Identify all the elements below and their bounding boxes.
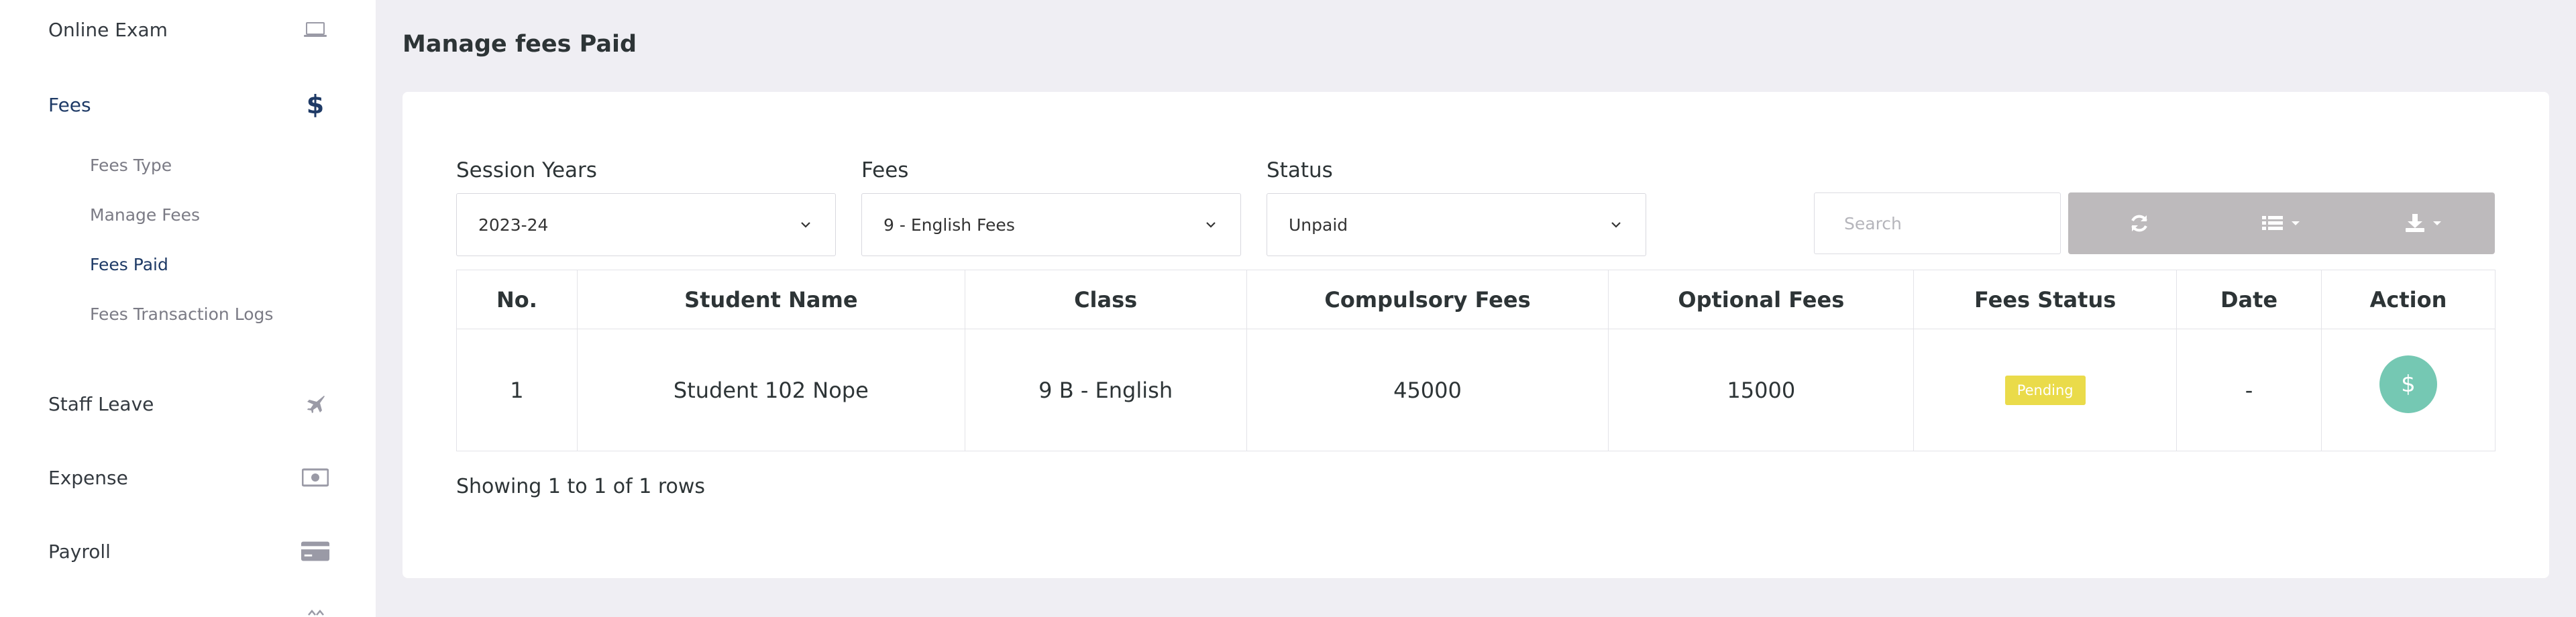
money-icon xyxy=(301,463,330,492)
laptop-icon xyxy=(301,15,330,44)
sidebar-item-label: Fees xyxy=(48,93,91,116)
sidebar: Online Exam Fees $ Fees Type Manage Fees… xyxy=(0,0,376,617)
export-button[interactable] xyxy=(2353,192,2495,254)
plane-icon xyxy=(301,389,330,418)
column-header-optional-fees[interactable]: Optional Fees xyxy=(1608,270,1915,329)
sidebar-item-label: Staff Leave xyxy=(48,392,154,415)
status-badge: Pending xyxy=(2004,376,2086,405)
cell-action: $ xyxy=(2321,329,2496,451)
pay-fees-button[interactable]: $ xyxy=(2379,355,2437,413)
dollar-icon: $ xyxy=(306,90,325,119)
table-header-row: No. Student Name Class Compulsory Fees O… xyxy=(456,270,2496,329)
fees-filter-label: Fees xyxy=(861,158,909,182)
caret-down-icon xyxy=(2433,221,2441,225)
page-title: Manage fees Paid xyxy=(402,31,637,58)
sidebar-item-fees[interactable]: Fees $ xyxy=(48,90,330,119)
session-years-label: Session Years xyxy=(456,158,597,182)
cell-optional-fees: 15000 xyxy=(1608,329,1915,451)
cell-date: - xyxy=(2176,329,2322,451)
column-header-fees-status[interactable]: Fees Status xyxy=(1913,270,2178,329)
fees-select-value: 9 - English Fees xyxy=(883,215,1015,235)
chevron-down-icon xyxy=(1206,222,1216,228)
chevron-down-icon xyxy=(307,608,325,617)
sidebar-subitem-fees-type[interactable]: Fees Type xyxy=(90,156,172,175)
sidebar-item-expense[interactable]: Expense xyxy=(48,463,330,492)
cell-fees-status: Pending xyxy=(1913,329,2178,451)
credit-card-icon xyxy=(301,537,330,566)
columns-list-icon xyxy=(2262,216,2283,230)
table-toolbar xyxy=(2068,192,2495,254)
column-header-student-name[interactable]: Student Name xyxy=(576,270,965,329)
session-years-select[interactable]: 2023-24 xyxy=(456,193,836,256)
status-select[interactable]: Unpaid xyxy=(1267,193,1646,256)
column-header-action: Action xyxy=(2321,270,2496,329)
table-row: 1 Student 102 Nope 9 B - English 45000 1… xyxy=(456,329,2496,451)
status-filter-label: Status xyxy=(1267,158,1333,182)
refresh-button[interactable] xyxy=(2068,192,2210,254)
status-select-value: Unpaid xyxy=(1289,215,1348,235)
column-header-compulsory-fees[interactable]: Compulsory Fees xyxy=(1246,270,1609,329)
sidebar-subitem-fees-transaction-logs[interactable]: Fees Transaction Logs xyxy=(90,304,273,324)
pagination-info: Showing 1 to 1 of 1 rows xyxy=(456,475,706,498)
search-input[interactable] xyxy=(1814,192,2061,254)
cell-student-name: Student 102 Nope xyxy=(576,329,965,451)
cell-class: 9 B - English xyxy=(964,329,1247,451)
fees-paid-table: No. Student Name Class Compulsory Fees O… xyxy=(456,270,2496,451)
dollar-icon: $ xyxy=(2401,370,2416,398)
chevron-down-icon xyxy=(801,222,810,228)
column-header-no[interactable]: No. xyxy=(456,270,578,329)
export-download-icon xyxy=(2406,214,2424,232)
cell-no: 1 xyxy=(456,329,578,451)
columns-toggle-button[interactable] xyxy=(2210,192,2353,254)
sidebar-subitem-manage-fees[interactable]: Manage Fees xyxy=(90,205,200,225)
column-header-date[interactable]: Date xyxy=(2176,270,2322,329)
sidebar-item-label: Online Exam xyxy=(48,18,168,41)
sidebar-subitem-fees-paid[interactable]: Fees Paid xyxy=(90,255,168,274)
column-header-class[interactable]: Class xyxy=(964,270,1247,329)
sidebar-item-staff-leave[interactable]: Staff Leave xyxy=(48,389,330,418)
sidebar-item-payroll[interactable]: Payroll xyxy=(48,537,330,566)
caret-down-icon xyxy=(2292,221,2300,225)
cell-compulsory-fees: 45000 xyxy=(1246,329,1609,451)
refresh-icon xyxy=(2131,215,2147,232)
sidebar-item-label: Expense xyxy=(48,466,128,489)
chevron-down-icon xyxy=(1611,222,1621,228)
sidebar-item-label: Payroll xyxy=(48,540,111,563)
sidebar-item-online-exam[interactable]: Online Exam xyxy=(48,15,330,44)
fees-select[interactable]: 9 - English Fees xyxy=(861,193,1241,256)
session-years-value: 2023-24 xyxy=(478,215,549,235)
